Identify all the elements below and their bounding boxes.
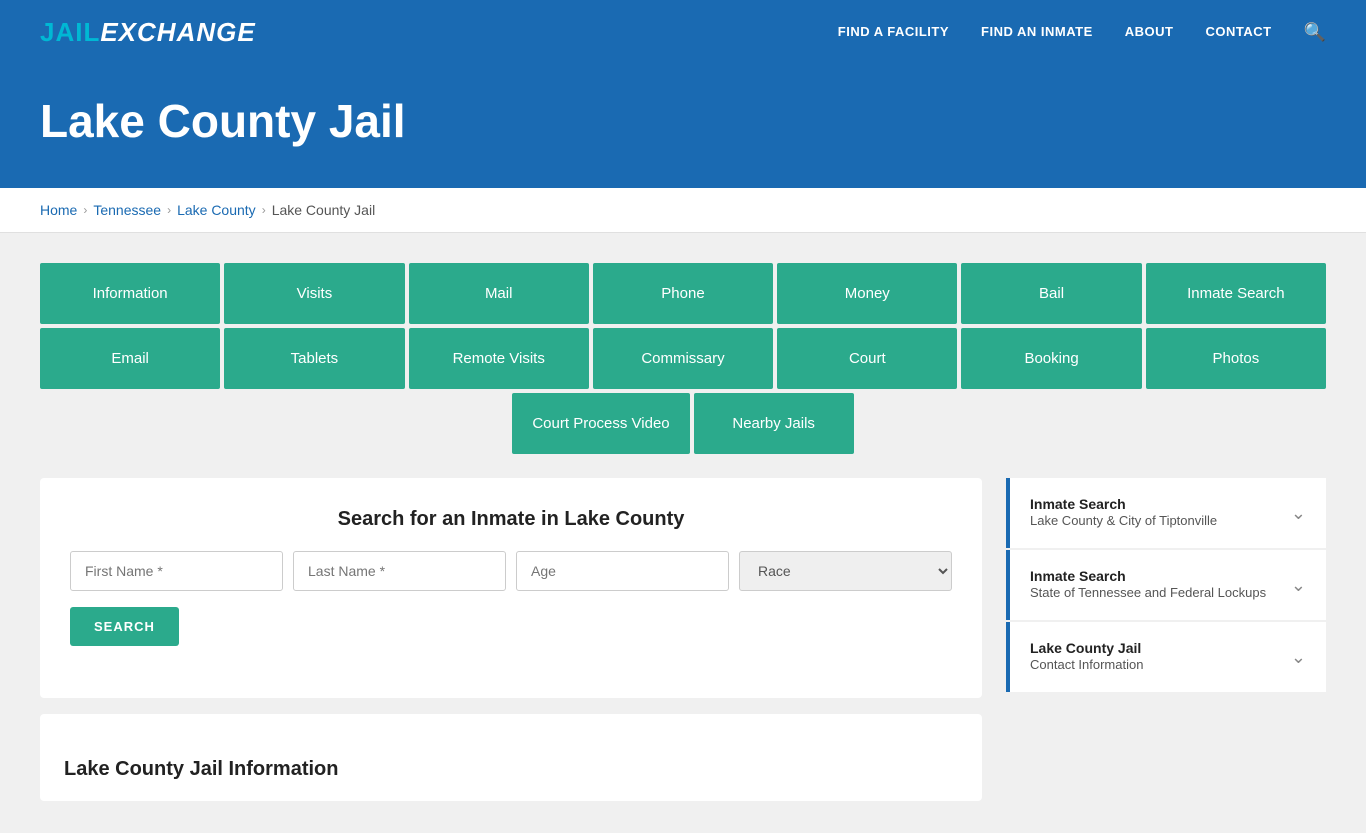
btn-mail[interactable]: Mail <box>409 263 589 324</box>
hero-section: Lake County Jail <box>0 64 1366 188</box>
sidebar-item-0-title: Inmate Search <box>1030 496 1217 512</box>
sidebar-item-1[interactable]: Inmate Search State of Tennessee and Fed… <box>1006 550 1326 620</box>
page-title: Lake County Jail <box>40 94 1326 148</box>
chevron-down-icon-1: ⌄ <box>1291 575 1306 596</box>
btn-booking[interactable]: Booking <box>961 328 1141 389</box>
nav-item-contact[interactable]: CONTACT <box>1205 23 1271 41</box>
sidebar: Inmate Search Lake County & City of Tipt… <box>1006 478 1326 801</box>
sidebar-item-1-text: Inmate Search State of Tennessee and Fed… <box>1030 568 1266 602</box>
grid-row-2: Email Tablets Remote Visits Commissary C… <box>40 328 1326 389</box>
sidebar-item-2-text: Lake County Jail Contact Information <box>1030 640 1143 674</box>
lower-section: Search for an Inmate in Lake County Race… <box>40 478 1326 801</box>
nav-search-icon[interactable]: 🔍 <box>1304 22 1326 43</box>
breadcrumb: Home › Tennessee › Lake County › Lake Co… <box>0 188 1366 233</box>
sidebar-item-0-text: Inmate Search Lake County & City of Tipt… <box>1030 496 1217 530</box>
age-input[interactable] <box>516 551 729 591</box>
btn-court[interactable]: Court <box>777 328 957 389</box>
btn-commissary[interactable]: Commissary <box>593 328 773 389</box>
search-title: Search for an Inmate in Lake County <box>70 508 952 531</box>
btn-visits[interactable]: Visits <box>224 263 404 324</box>
btn-information[interactable]: Information <box>40 263 220 324</box>
inmate-search-card: Search for an Inmate in Lake County Race… <box>40 478 982 698</box>
breadcrumb-current: Lake County Jail <box>272 202 376 218</box>
chevron-down-icon-2: ⌄ <box>1291 647 1306 668</box>
breadcrumb-sep-2: › <box>167 203 171 217</box>
breadcrumb-sep-1: › <box>83 203 87 217</box>
breadcrumb-lake-county[interactable]: Lake County <box>177 202 256 218</box>
breadcrumb-tennessee[interactable]: Tennessee <box>93 202 161 218</box>
first-name-input[interactable] <box>70 551 283 591</box>
sidebar-item-0[interactable]: Inmate Search Lake County & City of Tipt… <box>1006 478 1326 548</box>
btn-money[interactable]: Money <box>777 263 957 324</box>
race-select[interactable]: Race <box>739 551 952 591</box>
btn-bail[interactable]: Bail <box>961 263 1141 324</box>
btn-phone[interactable]: Phone <box>593 263 773 324</box>
sidebar-item-1-subtitle: State of Tennessee and Federal Lockups <box>1030 585 1266 600</box>
logo-jail: JAIL <box>40 17 100 47</box>
search-fields: Race <box>70 551 952 591</box>
btn-email[interactable]: Email <box>40 328 220 389</box>
grid-row-1: Information Visits Mail Phone Money Bail… <box>40 263 1326 324</box>
logo[interactable]: JAILEXCHANGE <box>40 17 256 48</box>
breadcrumb-sep-3: › <box>262 203 266 217</box>
grid-row-3: Court Process Video Nearby Jails <box>40 393 1326 454</box>
content-area: Information Visits Mail Phone Money Bail… <box>0 233 1366 833</box>
last-name-input[interactable] <box>293 551 506 591</box>
nav-item-inmate[interactable]: FIND AN INMATE <box>981 23 1093 41</box>
breadcrumb-home[interactable]: Home <box>40 202 77 218</box>
btn-tablets[interactable]: Tablets <box>224 328 404 389</box>
nav-item-about[interactable]: ABOUT <box>1125 23 1174 41</box>
sidebar-item-1-title: Inmate Search <box>1030 568 1266 584</box>
btn-remote-visits[interactable]: Remote Visits <box>409 328 589 389</box>
search-submit-button[interactable]: SEARCH <box>70 607 179 646</box>
nav-item-facility[interactable]: FIND A FACILITY <box>838 23 949 41</box>
chevron-down-icon-0: ⌄ <box>1291 503 1306 524</box>
sidebar-item-0-subtitle: Lake County & City of Tiptonville <box>1030 513 1217 528</box>
navbar: JAILEXCHANGE FIND A FACILITY FIND AN INM… <box>0 0 1366 64</box>
sidebar-item-2-subtitle: Contact Information <box>1030 657 1143 672</box>
sidebar-item-2[interactable]: Lake County Jail Contact Information ⌄ <box>1006 622 1326 692</box>
btn-inmate-search[interactable]: Inmate Search <box>1146 263 1326 324</box>
btn-nearby-jails[interactable]: Nearby Jails <box>694 393 854 454</box>
logo-exchange: EXCHANGE <box>100 17 255 47</box>
btn-court-process-video[interactable]: Court Process Video <box>512 393 689 454</box>
search-button[interactable]: 🔍 <box>1304 22 1326 43</box>
sidebar-item-2-title: Lake County Jail <box>1030 640 1143 656</box>
btn-photos[interactable]: Photos <box>1146 328 1326 389</box>
info-heading: Lake County Jail Information <box>64 758 958 781</box>
nav-links: FIND A FACILITY FIND AN INMATE ABOUT CON… <box>838 22 1326 43</box>
